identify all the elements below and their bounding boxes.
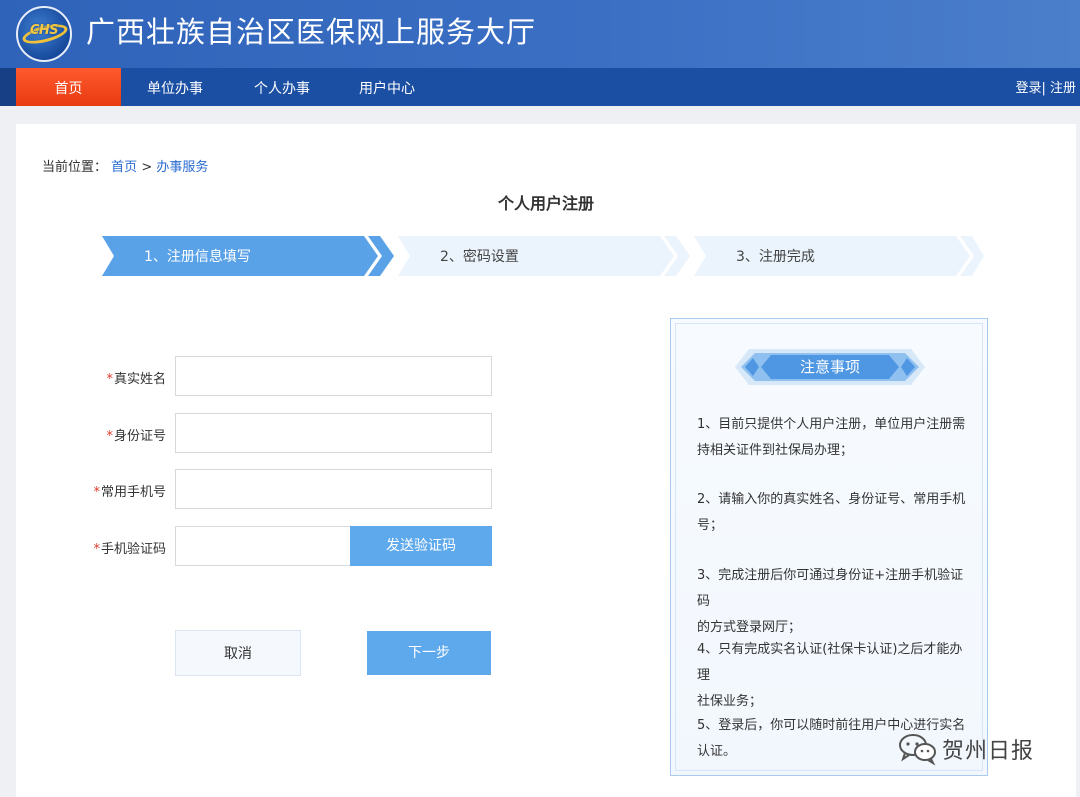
notice-item-1-line1: 1、目前只提供个人用户注册，单位用户注册需 <box>697 417 966 432</box>
sms-code-label-text: 手机验证码 <box>100 542 166 557</box>
step-2-password: 2、密码设置 <box>398 236 694 276</box>
watermark: 贺州日报 <box>898 732 1033 768</box>
page-title: 个人用户注册 <box>497 194 594 213</box>
id-number-input[interactable] <box>176 414 491 452</box>
login-link[interactable]: 登录 <box>1015 81 1041 96</box>
phone-label-text: 常用手机号 <box>100 485 166 500</box>
notice-item-1-line2: 持相关证件到社保局办理； <box>697 443 854 458</box>
real-name-input[interactable] <box>176 357 491 395</box>
logo-text: CHS <box>29 23 59 38</box>
notice-title: 注意事项 <box>799 358 860 376</box>
watermark-text: 贺州日报 <box>942 739 1035 764</box>
step-1-fill-info: 1、注册信息填写 <box>102 236 398 276</box>
auth-links: 登录| 注册 <box>1015 68 1076 106</box>
id-number-label-text: 身份证号 <box>113 429 166 444</box>
notice-item-2: 2、请输入你的真实姓名、身份证号、常用手机 号； <box>697 487 967 539</box>
notice-item-1: 1、目前只提供个人用户注册，单位用户注册需 持相关证件到社保局办理； <box>697 412 967 464</box>
breadcrumb-home-link[interactable]: 首页 <box>111 160 137 175</box>
required-mark: * <box>93 485 100 500</box>
id-number-label: *身份证号 <box>56 425 166 444</box>
step-2-label: 2、密码设置 <box>440 249 519 265</box>
step-3-complete: 3、注册完成 <box>694 236 990 276</box>
real-name-label-text: 真实姓名 <box>113 372 166 387</box>
site-title: 广西壮族自治区医保网上服务大厅 <box>86 15 537 49</box>
required-mark: * <box>106 372 113 387</box>
breadcrumb-separator: > <box>141 160 153 175</box>
notice-item-3-line1: 3、完成注册后你可通过身份证+注册手机验证码 <box>697 568 964 609</box>
step-1-label: 1、注册信息填写 <box>144 249 251 265</box>
phone-input[interactable] <box>176 470 491 508</box>
wechat-icon <box>899 734 936 766</box>
phone-label: *常用手机号 <box>56 481 166 500</box>
breadcrumb-prefix: 当前位置： <box>42 160 108 175</box>
id-number-field-box <box>175 413 492 453</box>
phone-field-box <box>175 469 492 509</box>
chs-logo[interactable]: CHS <box>16 6 72 62</box>
breadcrumb: 当前位置： 首页 > 办事服务 <box>42 156 208 175</box>
nav-edge <box>0 68 16 106</box>
sms-code-field-box <box>175 526 351 566</box>
real-name-label: *真实姓名 <box>56 368 166 387</box>
sms-code-input[interactable] <box>176 527 350 565</box>
step-3-label: 3、注册完成 <box>736 249 815 265</box>
nav-item-personal-affairs[interactable]: 个人办事 <box>232 68 332 106</box>
cancel-button[interactable]: 取消 <box>175 630 301 676</box>
notice-panel: 注意事项 1、目前只提供个人用户注册，单位用户注册需 持相关证件到社保局办理； … <box>670 318 988 776</box>
register-link[interactable]: 注册 <box>1050 81 1076 96</box>
nav-item-user-center[interactable]: 用户中心 <box>337 68 437 106</box>
auth-separator: | <box>1041 81 1046 96</box>
breadcrumb-current-link[interactable]: 办事服务 <box>156 160 208 175</box>
nav-item-unit-affairs[interactable]: 单位办事 <box>125 68 225 106</box>
notice-item-4: 4、只有完成实名认证(社保卡认证)之后才能办理 社保业务； <box>697 637 967 715</box>
required-mark: * <box>93 542 100 557</box>
notice-item-2-line1: 2、请输入你的真实姓名、身份证号、常用手机 <box>697 492 966 507</box>
real-name-field-box <box>175 356 492 396</box>
notice-item-3: 3、完成注册后你可通过身份证+注册手机验证码 的方式登录网厅； <box>697 563 967 641</box>
notice-item-2-line2: 号； <box>697 518 724 533</box>
send-code-button[interactable]: 发送验证码 <box>350 526 492 566</box>
next-step-button[interactable]: 下一步 <box>367 631 491 675</box>
notice-item-4-line1: 4、只有完成实名认证(社保卡认证)之后才能办理 <box>697 642 963 683</box>
nav-item-home[interactable]: 首页 <box>16 68 121 106</box>
required-mark: * <box>106 429 113 444</box>
sms-code-label: *手机验证码 <box>56 538 166 557</box>
notice-item-4-line2: 社保业务； <box>697 694 763 709</box>
